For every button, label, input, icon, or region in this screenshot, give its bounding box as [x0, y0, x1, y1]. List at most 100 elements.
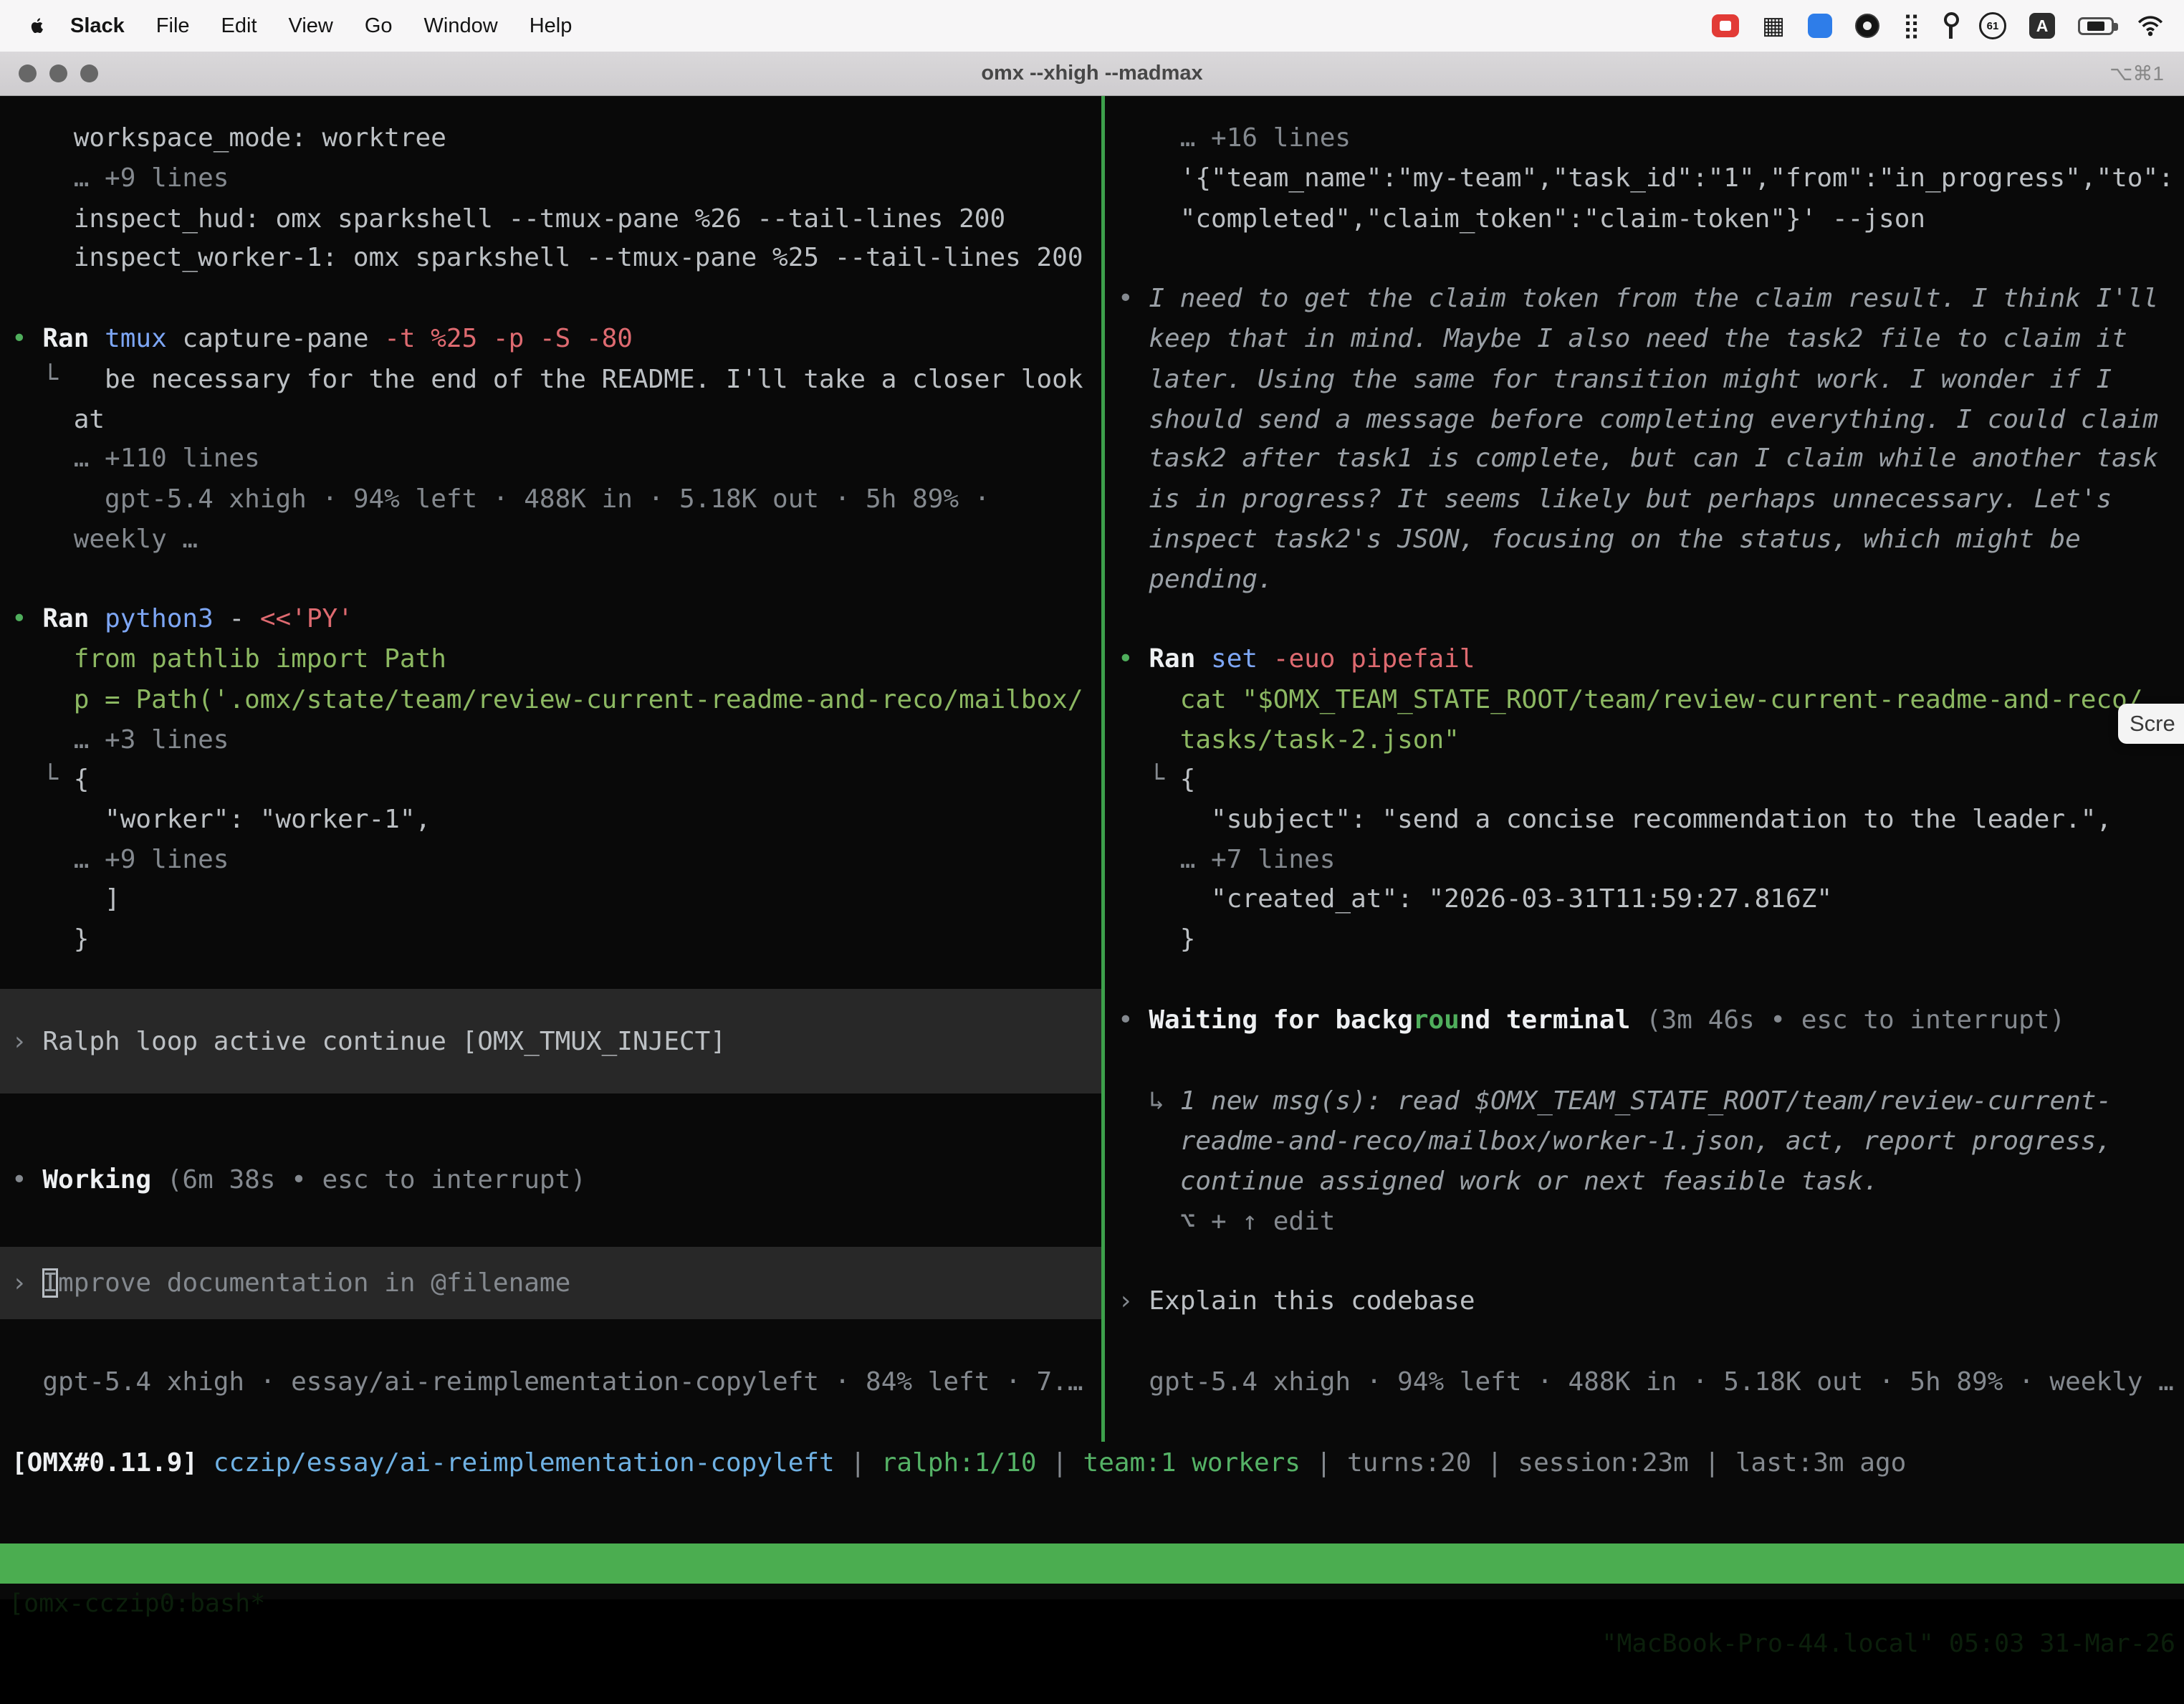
- active-app-name[interactable]: Slack: [70, 14, 125, 38]
- session-status-line: gpt-5.4 xhigh · 94% left · 488K in · 5.1…: [1118, 1362, 2184, 1402]
- text-segment: └: [11, 365, 105, 394]
- zoom-button[interactable]: [80, 64, 98, 82]
- cpu-gauge-icon[interactable]: 61: [1979, 12, 2006, 39]
- thinking-line: task2 after task1 is complete, but can I…: [1118, 439, 2184, 479]
- output-line: workspace_mode: worktree: [11, 118, 1102, 158]
- menubar-left: Slack File Edit View Go Window Help: [0, 14, 572, 38]
- text-segment: tmux: [105, 324, 182, 353]
- text-segment: keep that in mind. Maybe I also need the…: [1149, 324, 2127, 353]
- ran-command-line: • Ran set -euo pipefail: [1118, 639, 2184, 679]
- window-grid-icon[interactable]: ▦: [1762, 14, 1785, 38]
- text-segment: inspect task2's JSON, focusing on the st…: [1149, 525, 2080, 554]
- battery-icon[interactable]: [2078, 17, 2114, 35]
- text-segment: [1118, 565, 1149, 594]
- code-line: cat "$OMX_TEAM_STATE_ROOT/team/review-cu…: [1118, 680, 2184, 720]
- text-segment: weekly …: [11, 525, 198, 554]
- text-segment: |: [1301, 1448, 1347, 1478]
- text-segment: •: [1118, 284, 1149, 313]
- text-segment: -euo pipefail: [1273, 644, 1475, 674]
- ran-command-line: • Ran tmux capture-pane -t %25 -p -S -80: [11, 319, 1102, 359]
- text-segment: [1118, 484, 1149, 514]
- output-ellipsis: … +3 lines: [11, 720, 1102, 760]
- menu-edit[interactable]: Edit: [221, 14, 257, 38]
- text-segment: Waiting for backg: [1149, 1005, 1412, 1035]
- dots-grid-icon[interactable]: ⣿: [1902, 14, 1920, 38]
- text-segment: [1118, 1167, 1180, 1196]
- ran-command-line: • Ran python3 - <<'PY': [11, 599, 1102, 639]
- thinking-line: keep that in mind. Maybe I also need the…: [1118, 319, 2184, 359]
- text-segment: pending.: [1149, 565, 1273, 594]
- text-segment: Ran: [42, 324, 105, 353]
- text-segment: ›: [11, 1027, 42, 1056]
- output-ellipsis: … +16 lines: [1118, 118, 2184, 158]
- text-segment: [11, 644, 74, 674]
- tmux-host-clock: "MacBook-Pro-44.local" 05:03 31-Mar-26: [1601, 1624, 2175, 1664]
- wifi-icon[interactable]: [2137, 14, 2164, 37]
- input-source-icon[interactable]: A: [2029, 13, 2055, 39]
- result-line: "worker": "worker-1",: [11, 800, 1102, 840]
- text-segment: … +110 lines: [11, 444, 260, 473]
- ralph-loop-notice[interactable]: › Ralph loop active continue [OMX_TMUX_I…: [0, 989, 1102, 1093]
- text-segment: |: [835, 1448, 881, 1478]
- minimize-button[interactable]: [49, 64, 67, 82]
- text-segment: •: [11, 324, 42, 353]
- battery-fill: [2087, 21, 2104, 31]
- text-segment: p = Path('.omx/state/team/review-current…: [74, 685, 1083, 714]
- menu-go[interactable]: Go: [365, 14, 393, 38]
- omx-status-line: [OMX#0.11.9] cczip/essay/ai-reimplementa…: [11, 1443, 2184, 1483]
- text-segment: (3m 46s • esc to interrupt): [1646, 1005, 2065, 1035]
- text-segment: capture-pane: [182, 324, 384, 353]
- text-segment: [1118, 685, 1180, 714]
- code-line: p = Path('.omx/state/team/review-current…: [11, 680, 1102, 720]
- apple-menu-icon[interactable]: [27, 16, 47, 36]
- text-segment: last:3m ago: [1735, 1448, 1906, 1478]
- text-segment: └: [1118, 765, 1180, 794]
- screen-share-popup[interactable]: Scre: [2118, 704, 2184, 744]
- result-line: ]: [11, 879, 1102, 919]
- mailbox-message-line: continue assigned work or next feasible …: [1118, 1162, 2184, 1202]
- dark-app-icon[interactable]: [1855, 14, 1879, 38]
- menu-help[interactable]: Help: [530, 14, 573, 38]
- text-segment: I need to get the claim token from the c…: [1149, 284, 2158, 313]
- text-segment: gpt-5.4 xhigh · essay/ai-reimplementatio…: [11, 1367, 1083, 1397]
- text-segment: tasks/task-2.json": [1180, 725, 1460, 755]
- text-segment: gpt-5.4 xhigh · 94% left · 488K in · 5.1…: [1118, 1367, 2174, 1397]
- thinking-line: pending.: [1118, 560, 2184, 600]
- result-line: "created_at": "2026-03-31T11:59:27.816Z": [1118, 879, 2184, 919]
- thinking-line: • I need to get the claim token from the…: [1118, 279, 2184, 319]
- menu-window[interactable]: Window: [424, 14, 498, 38]
- text-segment: └: [11, 765, 74, 794]
- code-line: from pathlib import Path: [11, 639, 1102, 679]
- tmux-pane-right[interactable]: … +16 lines '{"team_name":"my-team","tas…: [1106, 96, 2184, 1599]
- pane-divider[interactable]: [1101, 96, 1105, 1442]
- tmux-pane-left[interactable]: workspace_mode: worktree … +9 lines insp…: [0, 96, 1102, 1599]
- text-segment: continue assigned work or next feasible …: [1180, 1167, 1879, 1196]
- composer-input[interactable]: › Improve documentation in @filename: [0, 1247, 1102, 1319]
- thinking-line: inspect task2's JSON, focusing on the st…: [1118, 520, 2184, 560]
- close-button[interactable]: [19, 64, 37, 82]
- text-segment: [1118, 324, 1149, 353]
- menu-view[interactable]: View: [289, 14, 333, 38]
- text-segment: session:23m: [1518, 1448, 1688, 1478]
- text-segment: … +9 lines: [11, 163, 229, 193]
- text-segment: nd terminal: [1460, 1005, 1646, 1035]
- text-segment: gpt-5.4 xhigh · 94% left · 488K in · 5.1…: [11, 484, 990, 514]
- output-ellipsis: … +9 lines: [11, 158, 1102, 198]
- text-segment: inspect_hud: omx sparkshell --tmux-pane …: [11, 204, 1005, 234]
- text-segment: [1118, 444, 1149, 473]
- output-ellipsis: … +7 lines: [1118, 840, 2184, 880]
- text-segment: •: [11, 604, 42, 633]
- text-segment: [11, 685, 74, 714]
- window-titlebar[interactable]: omx --xhigh --madmax ⌥⌘1: [0, 52, 2184, 96]
- screen-recording-icon[interactable]: [1712, 14, 1739, 37]
- text-segment: "created_at": "2026-03-31T11:59:27.816Z": [1118, 884, 1832, 914]
- text-segment: ›: [11, 1268, 42, 1298]
- menu-file[interactable]: File: [156, 14, 190, 38]
- key-icon[interactable]: [1943, 12, 1956, 39]
- context-usage-line: weekly …: [11, 520, 1102, 560]
- blue-app-icon[interactable]: [1808, 14, 1832, 38]
- text-segment: [OMX#0.11.9]: [11, 1448, 214, 1478]
- terminal-content: workspace_mode: worktree … +9 lines insp…: [0, 96, 2184, 1599]
- text-segment: ›: [1118, 1286, 1149, 1316]
- text-segment: should send a message before completing …: [1149, 405, 2158, 434]
